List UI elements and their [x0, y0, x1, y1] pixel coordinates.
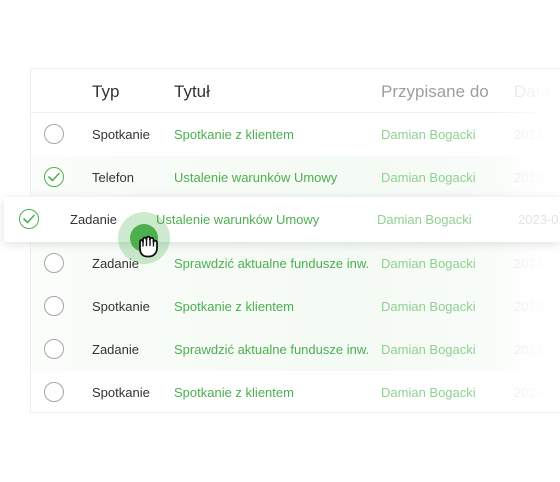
column-header-przypisane[interactable]: Przypisane do — [381, 82, 489, 102]
cell-typ: Zadanie — [92, 342, 139, 357]
table-row[interactable]: Zadanie Sprawdzić aktualne fundusze inw.… — [31, 242, 560, 285]
cell-przypisane: Damian Bogacki — [381, 342, 476, 357]
cell-przypisane: Damian Bogacki — [381, 127, 476, 142]
row-checkbox[interactable] — [44, 124, 64, 144]
cell-przypisane: Damian Bogacki — [381, 299, 476, 314]
table-row[interactable]: Spotkanie Spotkanie z klientem Damian Bo… — [31, 371, 560, 414]
row-checkbox[interactable] — [44, 339, 64, 359]
row-checkbox[interactable] — [44, 382, 64, 402]
cell-typ: Zadanie — [70, 212, 117, 227]
table-row[interactable]: Spotkanie Spotkanie z klientem Damian Bo… — [31, 113, 560, 156]
table-header: Typ Tytuł Przypisane do Data — [31, 69, 560, 113]
row-checkbox-checked[interactable] — [19, 209, 39, 229]
cell-przypisane: Damian Bogacki — [381, 385, 476, 400]
cell-typ: Spotkanie — [92, 299, 150, 314]
cell-data: 2023-0 — [514, 127, 555, 142]
cell-data: 2023-0 — [514, 299, 555, 314]
grab-hand-cursor-icon — [139, 235, 158, 258]
cell-przypisane: Damian Bogacki — [377, 212, 472, 227]
row-checkbox[interactable] — [44, 296, 64, 316]
check-icon — [48, 172, 60, 182]
table-row[interactable]: Spotkanie Spotkanie z klientem Damian Bo… — [31, 285, 560, 328]
cell-tytul-link[interactable]: Ustalenie warunków Umowy — [174, 170, 337, 185]
cell-data: 2023-0 — [518, 212, 559, 227]
cell-typ: Telefon — [92, 170, 134, 185]
cell-tytul-link[interactable]: Ustalenie warunków Umowy — [156, 212, 319, 227]
cell-data: 2023-0 — [514, 170, 555, 185]
cell-tytul-link[interactable]: Spotkanie z klientem — [174, 299, 294, 314]
column-header-typ[interactable]: Typ — [92, 82, 119, 102]
check-icon — [23, 214, 35, 224]
column-header-tytul[interactable]: Tytuł — [174, 82, 210, 102]
row-checkbox[interactable] — [44, 253, 64, 273]
column-header-data[interactable]: Data — [514, 82, 550, 102]
cell-data: 2023-0 — [514, 342, 555, 357]
cell-tytul-link[interactable]: Spotkanie z klientem — [174, 127, 294, 142]
cell-przypisane: Damian Bogacki — [381, 170, 476, 185]
cell-data: 2023-0 — [514, 256, 555, 271]
cell-przypisane: Damian Bogacki — [381, 256, 476, 271]
table-row[interactable]: Telefon Ustalenie warunków Umowy Damian … — [31, 156, 560, 199]
cell-typ: Spotkanie — [92, 127, 150, 142]
dragged-table-row[interactable]: Zadanie Ustalenie warunków Umowy Damian … — [4, 197, 560, 242]
cell-data: 2023-0 — [514, 385, 555, 400]
cell-tytul-link[interactable]: Sprawdzić aktualne fundusze inw. — [174, 342, 369, 357]
row-checkbox-checked[interactable] — [44, 167, 64, 187]
table-row[interactable]: Zadanie Sprawdzić aktualne fundusze inw.… — [31, 328, 560, 371]
cell-tytul-link[interactable]: Sprawdzić aktualne fundusze inw. — [174, 256, 369, 271]
cell-tytul-link[interactable]: Spotkanie z klientem — [174, 385, 294, 400]
cell-typ: Spotkanie — [92, 385, 150, 400]
